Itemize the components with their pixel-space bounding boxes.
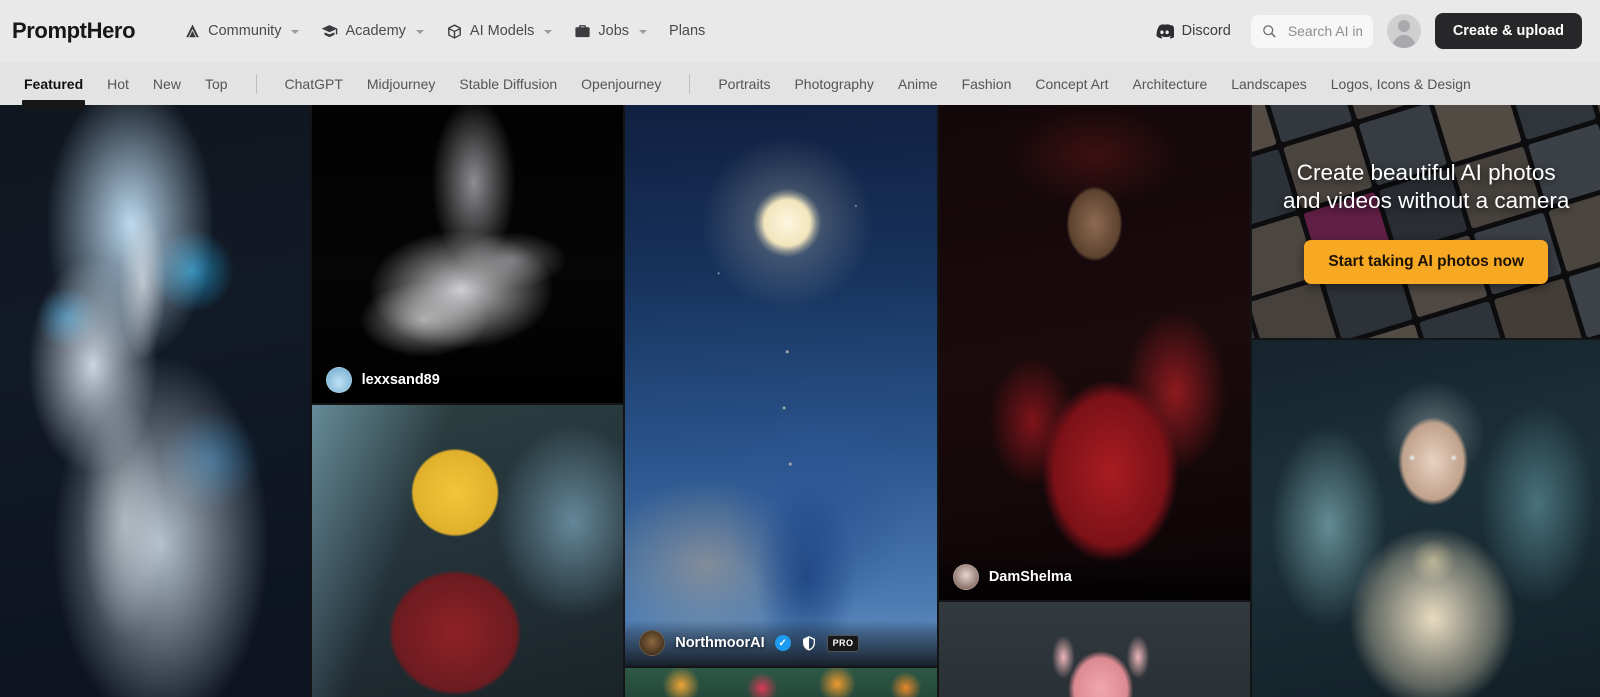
image-gallery-grid: lexxsand89 NorthmoorAI ✓ PRO DamShelma C… [0, 105, 1600, 697]
graduation-cap-icon [321, 23, 338, 40]
search-icon [1262, 24, 1277, 39]
artwork-author-strip[interactable]: DamShelma [938, 554, 1251, 600]
shield-badge-icon [801, 635, 817, 652]
start-taking-ai-photos-button[interactable]: Start taking AI photos now [1304, 239, 1549, 284]
gallery-column-2: lexxsand89 [311, 105, 624, 697]
create-and-upload-button[interactable]: Create & upload [1434, 13, 1582, 49]
avatar [639, 630, 666, 656]
gallery-tile-orange-flowers-artwork[interactable] [625, 668, 937, 697]
artwork-author-strip[interactable]: lexxsand89 [311, 357, 624, 403]
cube-icon [446, 23, 463, 40]
gallery-tile-homer-simpson-suit-artwork[interactable] [311, 405, 624, 697]
tab-chatgpt-label: ChatGPT [284, 75, 343, 92]
tab-anime[interactable]: Anime [886, 62, 950, 105]
discord-label: Discord [1181, 23, 1231, 39]
promo-title: Create beautiful AI photos and videos wi… [1283, 160, 1570, 213]
gallery-column-3: NorthmoorAI ✓ PRO [625, 105, 937, 697]
tab-openjourney[interactable]: Openjourney [569, 62, 673, 105]
tent-icon [184, 23, 201, 40]
top-header: PromptHero Community Academy AI Models J… [0, 0, 1600, 62]
discord-icon [1155, 23, 1174, 39]
tab-stable-diffusion-label: Stable Diffusion [459, 75, 558, 92]
search-box[interactable] [1250, 14, 1373, 48]
tab-fashion-label: Fashion [961, 75, 1012, 92]
tab-logos-icons-design-label: Logos, Icons & Design [1330, 75, 1471, 92]
tab-stable-diffusion[interactable]: Stable Diffusion [447, 62, 569, 105]
author-name: NorthmoorAI [675, 635, 765, 651]
tab-architecture[interactable]: Architecture [1121, 62, 1220, 105]
nav-item-jobs[interactable]: Jobs [563, 17, 658, 46]
gallery-tile-fantasy-elf-queen-artwork[interactable] [1252, 340, 1600, 697]
artwork-author-strip[interactable]: NorthmoorAI ✓ PRO [625, 620, 937, 666]
tab-photography-label: Photography [794, 75, 874, 92]
tab-concept-art-label: Concept Art [1035, 75, 1109, 92]
gallery-column-1 [0, 105, 310, 697]
tab-photography[interactable]: Photography [782, 62, 885, 105]
tab-featured[interactable]: Featured [12, 62, 95, 110]
nav-item-jobs-label: Jobs [598, 23, 630, 39]
tab-concept-art[interactable]: Concept Art [1023, 62, 1120, 105]
nav-item-academy-label: Academy [345, 23, 406, 39]
tab-anime-label: Anime [897, 75, 938, 92]
nav-item-ai-models[interactable]: AI Models [435, 17, 563, 46]
tab-new[interactable]: New [141, 62, 193, 105]
nav-item-community-label: Community [208, 23, 282, 39]
tab-top[interactable]: Top [193, 62, 240, 105]
nav-item-community[interactable]: Community [173, 17, 310, 46]
author-name: lexxsand89 [361, 372, 440, 388]
nav-divider-2 [689, 73, 691, 94]
pro-badge: PRO [826, 634, 860, 652]
gallery-tile-black-white-dancer-artwork[interactable]: lexxsand89 [311, 105, 624, 403]
gallery-tile-pink-creature-artwork[interactable] [938, 602, 1251, 697]
nav-item-ai-models-label: AI Models [469, 23, 535, 39]
chevron-down-icon [544, 30, 553, 34]
chevron-down-icon [291, 30, 300, 34]
site-logo[interactable]: PromptHero [12, 18, 136, 44]
nav-item-plans[interactable]: Plans [658, 17, 716, 45]
chevron-down-icon [639, 30, 648, 34]
briefcase-icon [574, 23, 591, 40]
tab-top-label: Top [204, 75, 228, 92]
search-input[interactable] [1287, 23, 1362, 39]
nav-item-academy[interactable]: Academy [310, 17, 434, 46]
tab-hot[interactable]: Hot [95, 62, 141, 105]
gallery-column-4: DamShelma [938, 105, 1251, 697]
tab-midjourney[interactable]: Midjourney [355, 62, 447, 105]
tab-portraits-label: Portraits [718, 75, 771, 92]
tab-portraits[interactable]: Portraits [706, 62, 782, 105]
secondary-nav: Featured Hot New Top ChatGPT Midjourney … [0, 62, 1600, 110]
artwork-image [311, 405, 624, 697]
artwork-image [938, 602, 1251, 697]
author-name: DamShelma [988, 569, 1072, 585]
avatar [952, 564, 979, 590]
tab-landscapes[interactable]: Landscapes [1219, 62, 1319, 105]
avatar[interactable] [1386, 14, 1421, 48]
tab-new-label: New [152, 75, 181, 92]
nav-item-plans-label: Plans [669, 23, 706, 39]
gallery-tile-blue-mermaid-artwork[interactable] [0, 105, 310, 697]
artwork-image [938, 105, 1251, 600]
tab-fashion[interactable]: Fashion [950, 62, 1024, 105]
user-avatar-icon [1397, 20, 1410, 32]
verified-badge-icon: ✓ [774, 635, 791, 651]
tab-midjourney-label: Midjourney [366, 75, 436, 92]
gallery-tile-girl-moon-lanterns-artwork[interactable]: NorthmoorAI ✓ PRO [625, 105, 937, 666]
tab-landscapes-label: Landscapes [1231, 75, 1307, 92]
tab-architecture-label: Architecture [1132, 75, 1208, 92]
primary-nav: Community Academy AI Models Jobs Plans [173, 17, 716, 46]
promo-banner[interactable]: Create beautiful AI photos and videos wi… [1252, 105, 1600, 338]
gallery-column-5: Create beautiful AI photos and videos wi… [1252, 105, 1600, 697]
header-actions: Discord Create & upload [1149, 13, 1582, 49]
discord-link[interactable]: Discord [1149, 18, 1237, 44]
tab-hot-label: Hot [107, 75, 129, 92]
avatar [325, 367, 352, 393]
tab-logos-icons-design[interactable]: Logos, Icons & Design [1319, 62, 1483, 105]
artwork-image [625, 668, 937, 697]
gallery-tile-red-dress-woman-artwork[interactable]: DamShelma [938, 105, 1251, 600]
nav-divider-1 [255, 73, 257, 94]
tab-openjourney-label: Openjourney [581, 75, 662, 92]
tab-chatgpt[interactable]: ChatGPT [273, 62, 355, 105]
chevron-down-icon [415, 30, 424, 34]
tab-featured-label: Featured [24, 75, 84, 92]
